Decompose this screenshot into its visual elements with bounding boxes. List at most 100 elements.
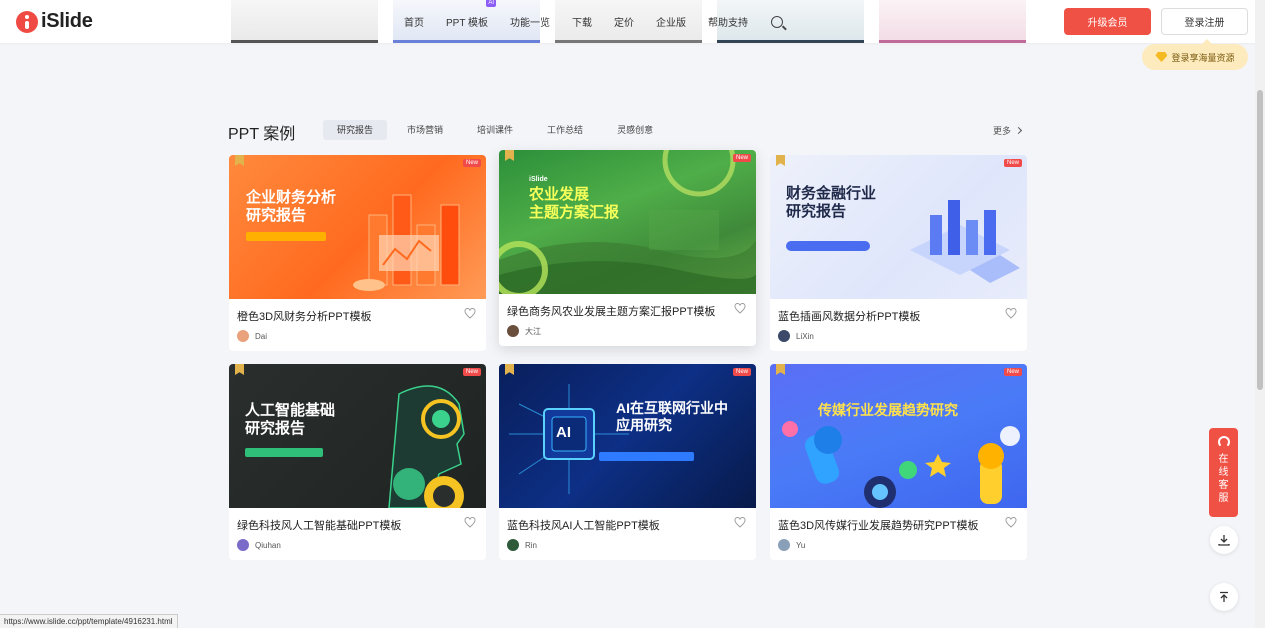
avatar <box>237 539 249 551</box>
cs-char: 服 <box>1218 493 1229 504</box>
field-illustration <box>499 150 756 294</box>
vip-badge <box>235 364 244 375</box>
template-thumbnail[interactable]: 传媒行业发展趋势研究 New <box>770 364 1027 508</box>
tab-work-summary[interactable]: 工作总结 <box>533 120 597 140</box>
download-app-button[interactable] <box>1210 526 1238 554</box>
author[interactable]: Yu <box>778 539 805 551</box>
scrollbar-thumb[interactable] <box>1257 90 1263 390</box>
chart-illustration <box>353 194 460 291</box>
heart-icon[interactable] <box>464 308 476 319</box>
tab-research-report[interactable]: 研究报告 <box>323 120 388 140</box>
tab-marketing[interactable]: 市场营销 <box>393 120 457 140</box>
new-badge: New <box>462 368 481 376</box>
nav-enterprise[interactable]: 企业版 <box>656 14 686 29</box>
template-thumbnail[interactable]: AI AI在互联网行业中 应用研究 New <box>499 364 756 508</box>
nav-ppt-templates-label: PPT 模板 <box>446 18 489 29</box>
template-card[interactable]: AI AI在互联网行业中 应用研究 New 蓝色科技风AI人工智能PPT模板 R… <box>499 364 756 560</box>
more-label: 更多 <box>993 126 1012 136</box>
heart-icon[interactable] <box>464 517 476 528</box>
new-badge: New <box>462 159 481 167</box>
author-name: Rin <box>525 540 538 550</box>
logo-icon <box>16 10 38 33</box>
thumb-heading: 财务金融行业 研究报告 <box>786 185 877 220</box>
section-title: PPT 案例 <box>228 126 296 143</box>
template-card[interactable]: 企业财务分析 研究报告 New 橙色3D风财务分析PPT模板 Dai <box>229 155 486 351</box>
thumb-heading: 人工智能基础 研究报告 <box>245 402 336 437</box>
heart-icon[interactable] <box>734 517 746 528</box>
heart-icon[interactable] <box>734 303 746 314</box>
isometric-illustration <box>910 200 1020 283</box>
nav-help[interactable]: 帮助支持 <box>708 14 748 29</box>
card-title[interactable]: 蓝色3D风传媒行业发展趋势研究PPT模板 <box>778 517 978 533</box>
chevron-right-icon <box>1014 126 1023 135</box>
template-card[interactable]: 传媒行业发展趋势研究 New 蓝色3D风传媒行业发展趋势研究PPT模板 Yu <box>770 364 1027 560</box>
template-card[interactable]: iSlide 农业发展 主题方案汇报 New 绿色商务风农业发展主题方案汇报PP… <box>499 150 756 346</box>
author[interactable]: Rin <box>507 539 537 551</box>
nav-download[interactable]: 下载 <box>572 14 592 29</box>
headset-icon <box>1217 436 1230 448</box>
thumb-brand: iSlide <box>529 176 548 183</box>
author-name: LiXin <box>796 331 814 341</box>
avatar <box>507 539 519 551</box>
new-badge: New <box>1003 159 1022 167</box>
main-nav: 首页 PPT 模板 AI 功能一览 下载 定价 企业版 帮助支持 <box>393 0 784 43</box>
author[interactable]: Qiuhan <box>237 539 281 551</box>
card-title[interactable]: 蓝色插画风数据分析PPT模板 <box>778 308 920 324</box>
nav-pricing[interactable]: 定价 <box>614 14 634 29</box>
author[interactable]: LiXin <box>778 330 814 342</box>
upgrade-member-button[interactable]: 升级会员 <box>1064 8 1151 35</box>
islide-logo[interactable]: iSlide <box>16 10 93 33</box>
vip-badge <box>235 155 244 166</box>
new-badge: New <box>1003 368 1022 376</box>
author[interactable]: 大江 <box>507 325 541 337</box>
author-name: Qiuhan <box>255 540 281 550</box>
template-card[interactable]: 财务金融行业 研究报告 New 蓝色插画风数据分析PPT模板 LiXin <box>770 155 1027 351</box>
tab-training[interactable]: 培训课件 <box>463 120 527 140</box>
new-badge: New <box>732 368 751 376</box>
template-thumbnail[interactable]: iSlide 农业发展 主题方案汇报 New <box>499 150 756 294</box>
nav-home[interactable]: 首页 <box>404 14 424 29</box>
nav-features[interactable]: 功能一览 <box>510 14 550 29</box>
category-tabs: 研究报告 市场营销 培训课件 工作总结 灵感创意 <box>323 120 673 140</box>
thumb-heading: AI在互联网行业中 应用研究 <box>616 400 728 433</box>
login-promo-tooltip[interactable]: 登录享海量资源 <box>1142 39 1248 70</box>
thumb-subtitle-bar <box>786 241 870 251</box>
vip-badge <box>776 155 785 166</box>
heart-icon[interactable] <box>1005 308 1017 319</box>
back-to-top-button[interactable] <box>1210 583 1238 611</box>
thumb-chip-label: AI <box>556 424 571 441</box>
avatar <box>237 330 249 342</box>
logo-text: iSlide <box>41 10 93 32</box>
template-card[interactable]: 人工智能基础 研究报告 New 绿色科技风人工智能基础PPT模板 Qiuhan <box>229 364 486 560</box>
ai-badge: AI <box>486 0 497 7</box>
hero-thumb-strip <box>231 0 378 43</box>
author[interactable]: Dai <box>237 330 267 342</box>
status-bar-url: https://www.islide.cc/ppt/template/49162… <box>0 614 178 628</box>
diamond-icon <box>1155 52 1168 62</box>
heart-icon[interactable] <box>1005 517 1017 528</box>
nav-ppt-templates[interactable]: PPT 模板 AI <box>446 0 497 29</box>
hero-thumb-strip <box>879 0 1026 43</box>
card-title[interactable]: 绿色商务风农业发展主题方案汇报PPT模板 <box>507 303 715 319</box>
template-thumbnail[interactable]: 人工智能基础 研究报告 New <box>229 364 486 508</box>
top-header: iSlide 首页 PPT 模板 AI 功能一览 下载 定价 企业版 帮助支持 升… <box>0 0 1255 43</box>
more-link[interactable]: 更多 <box>993 124 1023 137</box>
search-icon[interactable] <box>771 15 784 28</box>
thumb-heading: 农业发展 主题方案汇报 <box>529 186 620 221</box>
login-register-button[interactable]: 登录注册 <box>1161 8 1248 35</box>
back-to-top-icon <box>1220 591 1228 602</box>
card-title[interactable]: 橙色3D风财务分析PPT模板 <box>237 308 371 324</box>
thumb-subtitle-bar <box>246 232 326 241</box>
author-name: Yu <box>796 540 806 550</box>
new-badge: New <box>732 154 751 162</box>
avatar <box>778 539 790 551</box>
page-scrollbar[interactable] <box>1255 0 1265 628</box>
template-thumbnail[interactable]: 财务金融行业 研究报告 New <box>770 155 1027 299</box>
online-customer-service-button[interactable]: 在 线 客 服 <box>1209 428 1238 517</box>
template-thumbnail[interactable]: 企业财务分析 研究报告 New <box>229 155 486 299</box>
card-title[interactable]: 蓝色科技风AI人工智能PPT模板 <box>507 517 660 533</box>
promo-tip-text: 登录享海量资源 <box>1171 52 1235 63</box>
avatar <box>507 325 519 337</box>
tab-inspiration[interactable]: 灵感创意 <box>603 120 667 140</box>
card-title[interactable]: 绿色科技风人工智能基础PPT模板 <box>237 517 401 533</box>
